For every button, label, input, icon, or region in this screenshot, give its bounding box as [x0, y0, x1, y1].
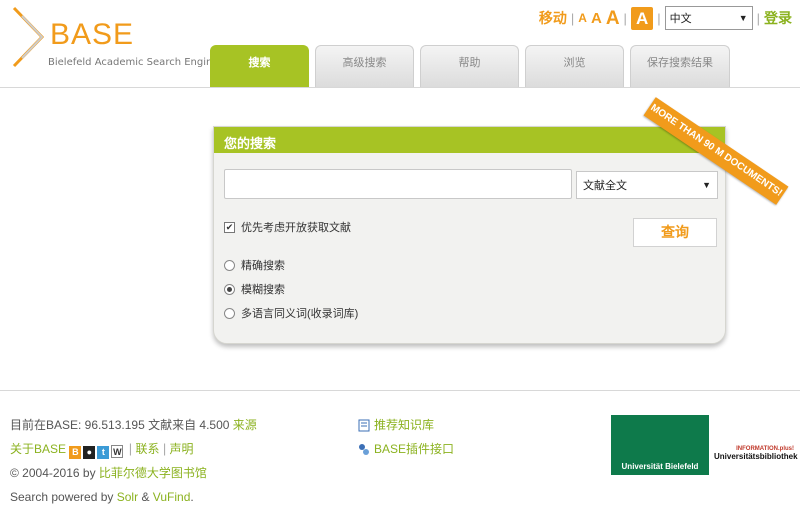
tab-browse[interactable]: 浏览 [525, 45, 624, 87]
unibib-name: Universitätsbibliothek [714, 452, 798, 461]
plugin-label: BASE插件接口 [374, 442, 455, 456]
main-tabs: 搜索 高级搜索 帮助 浏览 保存搜索结果 [210, 45, 730, 88]
synonym-search-radio[interactable] [224, 307, 235, 319]
twitter-icon[interactable]: t [97, 446, 110, 459]
separator: | [756, 10, 760, 26]
footer-stats: 目前在BASE: 96.513.195 文献来自 4.500 来源 [10, 413, 257, 437]
synonym-search-option[interactable]: 多语言同义词(收录词库) [224, 305, 358, 321]
fuzzy-search-option[interactable]: 模糊搜索 [224, 281, 285, 297]
header: BASE Bielefeld Academic Search Engine 移动… [0, 0, 800, 88]
logo-subtitle: Bielefeld Academic Search Engine [48, 57, 219, 68]
separator: | [657, 10, 661, 26]
font-size-active[interactable]: A [630, 6, 654, 30]
stats-text: 目前在BASE: 96.513.195 文献来自 4.500 [10, 418, 230, 432]
logo-chevron-icon [12, 6, 45, 68]
amp-text: & [141, 490, 150, 504]
tab-search[interactable]: 搜索 [210, 45, 309, 87]
contact-link[interactable]: 联系 [135, 442, 159, 456]
exact-search-label: 精确搜索 [241, 260, 285, 272]
font-size-large[interactable]: A [606, 9, 620, 28]
language-value: 中文 [669, 13, 692, 25]
recommend-label: 推荐知识库 [374, 418, 435, 432]
separator: | [128, 441, 133, 456]
delicious-icon[interactable]: ● [83, 446, 96, 459]
separator: | [570, 10, 575, 26]
synonym-search-label: 多语言同义词(收录词库) [241, 308, 359, 320]
plugin-link[interactable]: BASE插件接口 [358, 437, 454, 461]
topbar: 移动 | A A A | A | 中文 ▼ | 登录 [539, 4, 792, 32]
statement-link[interactable]: 声明 [170, 442, 194, 456]
sources-link[interactable]: 来源 [233, 418, 257, 432]
footer-info: 目前在BASE: 96.513.195 文献来自 4.500 来源 关于BASE… [10, 413, 257, 509]
footer: 目前在BASE: 96.513.195 文献来自 4.500 来源 关于BASE… [0, 390, 800, 530]
logo-title: BASE [50, 18, 135, 51]
powered-text: Search powered by [10, 490, 114, 504]
library-link[interactable]: 比菲尔德大学图书馆 [99, 466, 207, 480]
language-select[interactable]: 中文 ▼ [664, 6, 753, 30]
university-logo-text: Universität Bielefeld [621, 462, 699, 471]
document-icon [358, 419, 370, 431]
search-panel: 您的搜索 文献全文 ▼ ✔ 优先考虑开放获取文献 查询 精确搜索 模糊搜索 多语… [213, 126, 726, 344]
exact-search-radio[interactable] [224, 259, 235, 271]
login-link[interactable]: 登录 [764, 8, 792, 28]
open-access-checkbox[interactable]: ✔ [224, 221, 235, 233]
footer-copyright: © 2004-2016 by 比菲尔德大学图书馆 [10, 461, 257, 485]
university-library-logo[interactable]: INFORMATION.plus! Universitätsbibliothek [714, 446, 798, 461]
chevron-down-icon: ▼ [702, 180, 711, 190]
fuzzy-search-label: 模糊搜索 [241, 284, 285, 296]
font-size-small[interactable]: A [578, 12, 587, 24]
separator: | [162, 441, 167, 456]
mobile-link[interactable]: 移动 [539, 8, 567, 28]
tab-advanced-search[interactable]: 高级搜索 [315, 45, 414, 87]
chevron-down-icon: ▼ [738, 13, 748, 23]
tab-saved-searches[interactable]: 保存搜索结果 [630, 45, 730, 87]
tab-help[interactable]: 帮助 [420, 45, 519, 87]
base-logo[interactable]: BASE Bielefeld Academic Search Engine [12, 6, 219, 76]
field-select[interactable]: 文献全文 ▼ [576, 171, 718, 199]
footer-links: 推荐知识库 BASE插件接口 [358, 413, 454, 461]
vufind-link[interactable]: VuFind [153, 490, 191, 504]
university-bielefeld-logo[interactable]: Universität Bielefeld [611, 415, 709, 475]
puzzle-icon [359, 443, 369, 455]
period-text: . [190, 490, 194, 504]
field-select-value: 文献全文 [583, 180, 627, 192]
wikipedia-icon[interactable]: W [111, 445, 124, 458]
fuzzy-search-radio[interactable] [224, 283, 235, 295]
footer-powered: Search powered by Solr & VuFind. [10, 485, 257, 509]
blog-icon[interactable]: B [69, 446, 82, 459]
separator: | [623, 10, 627, 26]
font-size-medium[interactable]: A [591, 11, 602, 26]
open-access-label: 优先考虑开放获取文献 [241, 222, 351, 234]
open-access-option[interactable]: ✔ 优先考虑开放获取文献 [224, 219, 351, 235]
about-link[interactable]: 关于BASE [10, 442, 66, 456]
search-heading: 您的搜索 [214, 127, 725, 153]
solr-link[interactable]: Solr [117, 490, 138, 504]
footer-about-row: 关于BASE B ● t W | 联系 | 声明 [10, 437, 257, 461]
exact-search-option[interactable]: 精确搜索 [224, 257, 285, 273]
copyright-text: © 2004-2016 by [10, 466, 96, 480]
search-button[interactable]: 查询 [633, 218, 717, 247]
search-input[interactable] [224, 169, 572, 199]
recommend-repository-link[interactable]: 推荐知识库 [358, 413, 454, 437]
